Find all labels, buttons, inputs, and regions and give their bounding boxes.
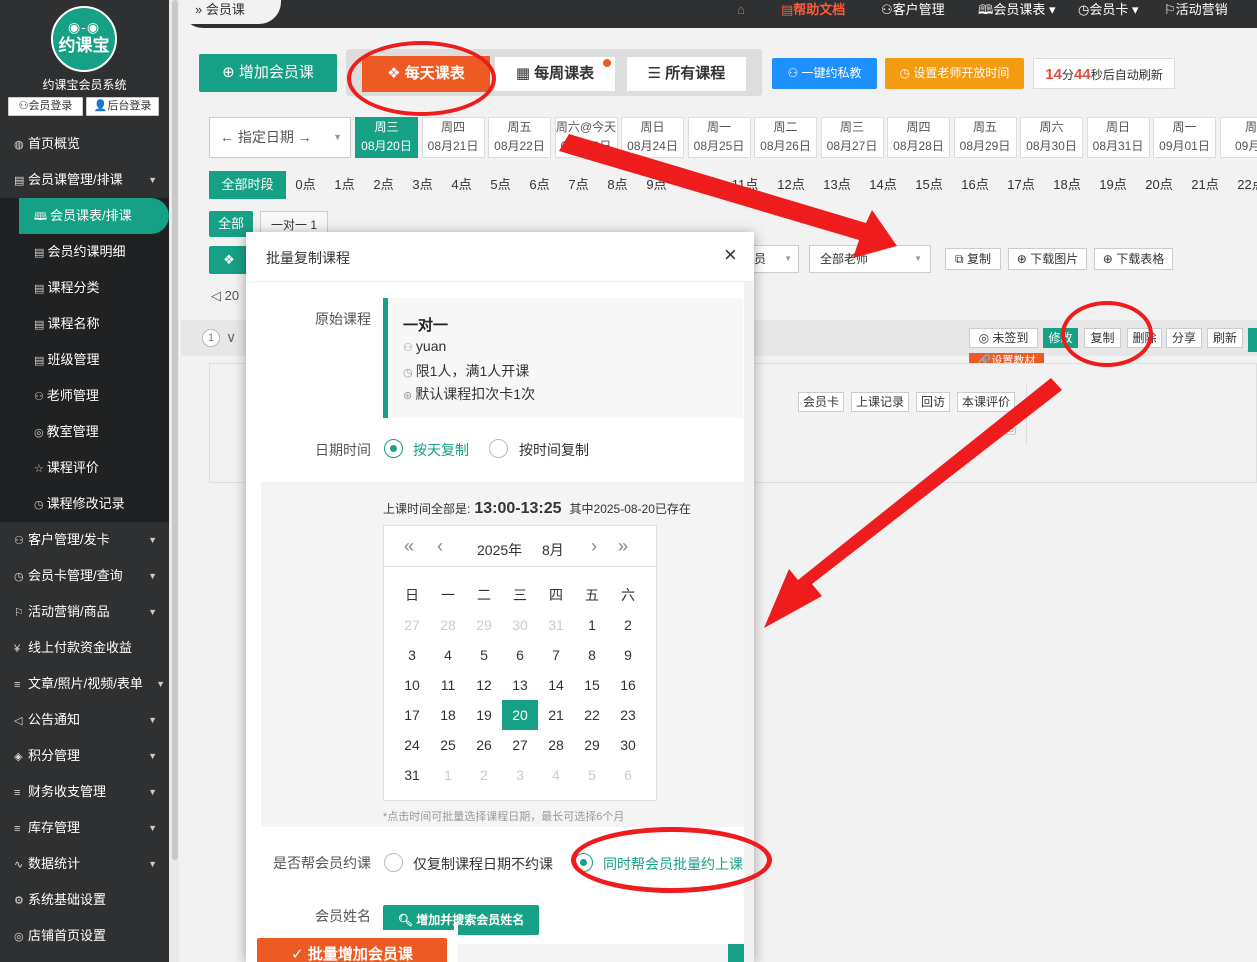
arrow-to-teacher-select xyxy=(559,134,897,258)
annotation-arrows xyxy=(559,134,1062,628)
arrow-to-modal xyxy=(764,378,1062,628)
